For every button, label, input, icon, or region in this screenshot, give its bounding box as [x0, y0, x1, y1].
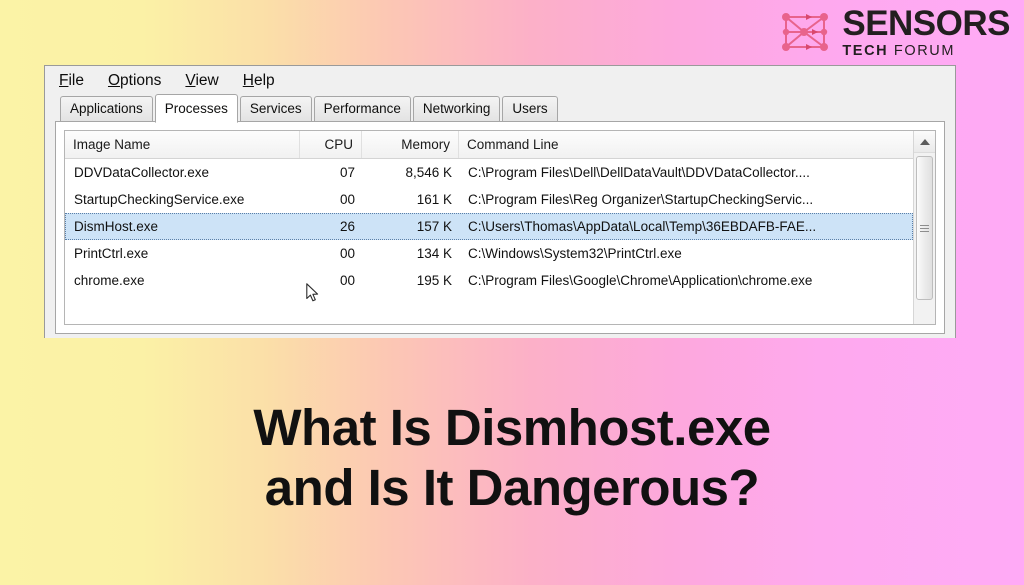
column-header-memory[interactable]: Memory	[362, 131, 459, 158]
logo-title: SENSORS	[842, 4, 1010, 43]
cell-command-line: C:\Windows\System32\PrintCtrl.exe	[468, 246, 682, 261]
logo-tagline-light: FORUM	[893, 43, 956, 59]
page-title-line-1: What Is Dismhost.exe	[253, 399, 771, 456]
cell-command-line: C:\Users\Thomas\AppData\Local\Temp\36EBD…	[468, 219, 817, 234]
cell-cpu: 26	[339, 219, 355, 234]
menu-item-view[interactable]: View	[185, 72, 218, 90]
cell-memory: 8,546 K	[405, 165, 452, 180]
page-title: What Is Dismhost.exe and Is It Dangerous…	[0, 398, 1024, 517]
tab-applications[interactable]: Applications	[60, 96, 153, 122]
cell-memory: 157 K	[416, 219, 452, 234]
scrollbar-thumb[interactable]	[916, 156, 933, 300]
cell-cpu: 00	[339, 273, 355, 288]
process-grid-header: Image Name CPU Memory Command Line	[65, 131, 913, 159]
tab-users[interactable]: Users	[502, 96, 558, 122]
cell-cpu: 07	[339, 165, 355, 180]
table-row[interactable]: PrintCtrl.exe 00 134 K C:\Windows\System…	[65, 240, 913, 267]
cell-image-name: DismHost.exe	[74, 219, 159, 234]
tab-processes[interactable]: Processes	[154, 94, 238, 123]
site-logo: SENSORS TECH FORUM	[776, 6, 1010, 59]
cell-command-line: C:\Program Files\Dell\DellDataVault\DDVD…	[468, 165, 810, 180]
tab-services[interactable]: Services	[239, 96, 312, 122]
cell-memory: 161 K	[416, 192, 452, 207]
cell-command-line: C:\Program Files\Google\Chrome\Applicati…	[468, 273, 813, 288]
cell-cpu: 00	[339, 192, 355, 207]
column-header-image-name[interactable]: Image Name	[65, 131, 300, 158]
cell-image-name: chrome.exe	[74, 273, 145, 288]
scroll-up-button[interactable]	[914, 131, 935, 153]
scrollbar-grip-icon	[920, 223, 929, 234]
column-header-command-line[interactable]: Command Line	[459, 131, 913, 158]
menu-item-help[interactable]: Help	[243, 72, 275, 90]
cell-image-name: DDVDataCollector.exe	[74, 165, 210, 180]
table-row[interactable]: chrome.exe 00 195 K C:\Program Files\Goo…	[65, 267, 913, 294]
process-grid-body: Image Name CPU Memory Command Line DDVDa…	[65, 131, 913, 324]
tab-strip: Applications Processes Services Performa…	[45, 94, 955, 123]
cell-memory: 134 K	[416, 246, 452, 261]
scrollbar-track[interactable]	[914, 153, 935, 324]
scroll-up-arrow-icon	[919, 138, 930, 145]
process-grid: Image Name CPU Memory Command Line DDVDa…	[64, 130, 936, 325]
menu-item-options[interactable]: Options	[108, 72, 161, 90]
menu-item-file[interactable]: File	[59, 72, 84, 90]
cell-image-name: StartupCheckingService.exe	[74, 192, 245, 207]
table-row[interactable]: StartupCheckingService.exe 00 161 K C:\P…	[65, 186, 913, 213]
logo-tagline-bold: TECH	[842, 43, 889, 59]
task-manager-window: File Options View Help Applications Proc…	[44, 65, 956, 338]
network-nodes-icon	[782, 13, 829, 52]
tab-performance[interactable]: Performance	[313, 96, 411, 122]
cell-command-line: C:\Program Files\Reg Organizer\StartupCh…	[468, 192, 814, 207]
logo-wordmark: SENSORS TECH FORUM	[842, 6, 1010, 59]
vertical-scrollbar[interactable]	[913, 131, 935, 324]
processes-panel: Image Name CPU Memory Command Line DDVDa…	[55, 121, 945, 334]
logo-tagline: TECH FORUM	[842, 44, 1010, 59]
cell-image-name: PrintCtrl.exe	[74, 246, 149, 261]
menu-bar: File Options View Help	[45, 66, 955, 96]
column-header-cpu[interactable]: CPU	[300, 131, 362, 158]
page-title-line-2: and Is It Dangerous?	[264, 458, 760, 516]
table-row[interactable]: DDVDataCollector.exe 07 8,546 K C:\Progr…	[65, 159, 913, 186]
cell-memory: 195 K	[416, 273, 452, 288]
cell-cpu: 00	[339, 246, 355, 261]
table-row-selected[interactable]: DismHost.exe 26 157 K C:\Users\Thomas\Ap…	[65, 213, 913, 240]
tab-networking[interactable]: Networking	[412, 96, 501, 122]
